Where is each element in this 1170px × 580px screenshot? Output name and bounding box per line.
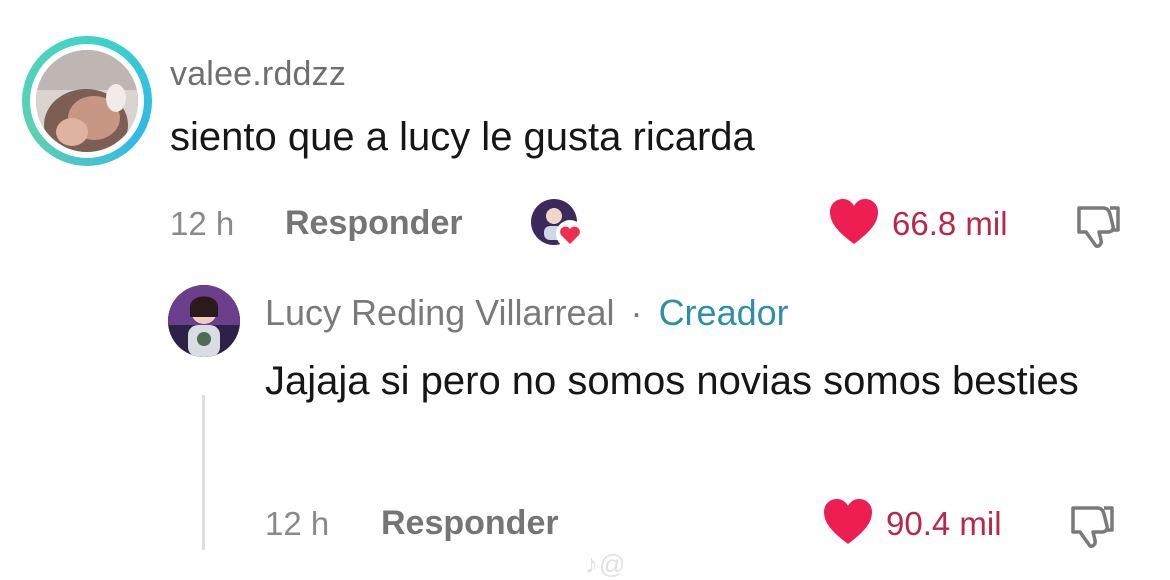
comment-reply-button[interactable]: Responder [285, 204, 463, 243]
creator-badge: Creador [658, 292, 789, 333]
reply-author-name[interactable]: Lucy Reding Villarreal [265, 292, 615, 333]
reply-avatar[interactable] [168, 285, 240, 357]
comment-text: siento que a lucy le gusta ricarda [170, 115, 755, 159]
comment-username[interactable]: valee.rddzz [170, 55, 346, 94]
comment-time: 12 h [170, 205, 235, 242]
reply-time: 12 h [265, 505, 330, 542]
thumbs-down-icon[interactable] [1067, 500, 1117, 555]
like-heart-icon[interactable] [828, 198, 880, 251]
like-count: 90.4 mil [886, 505, 1002, 542]
like-heart-icon[interactable] [822, 498, 874, 551]
avatar-photo [36, 50, 138, 152]
like-count: 66.8 mil [892, 205, 1008, 242]
watermark: ♪@ [585, 549, 627, 579]
comments-view: valee.rddzz siento que a lucy le gusta r… [0, 0, 1170, 580]
creator-liked-badge-icon [530, 198, 584, 250]
comment-avatar[interactable] [22, 36, 152, 166]
reply-author-row: Lucy Reding Villarreal · Creador [265, 292, 789, 334]
thumbs-down-icon[interactable] [1073, 200, 1123, 255]
reply-reply-button[interactable]: Responder [381, 504, 559, 543]
reply-text: Jajaja si pero no somos novias somos bes… [265, 359, 1079, 403]
name-separator: · [630, 292, 643, 333]
thread-line [202, 395, 205, 550]
